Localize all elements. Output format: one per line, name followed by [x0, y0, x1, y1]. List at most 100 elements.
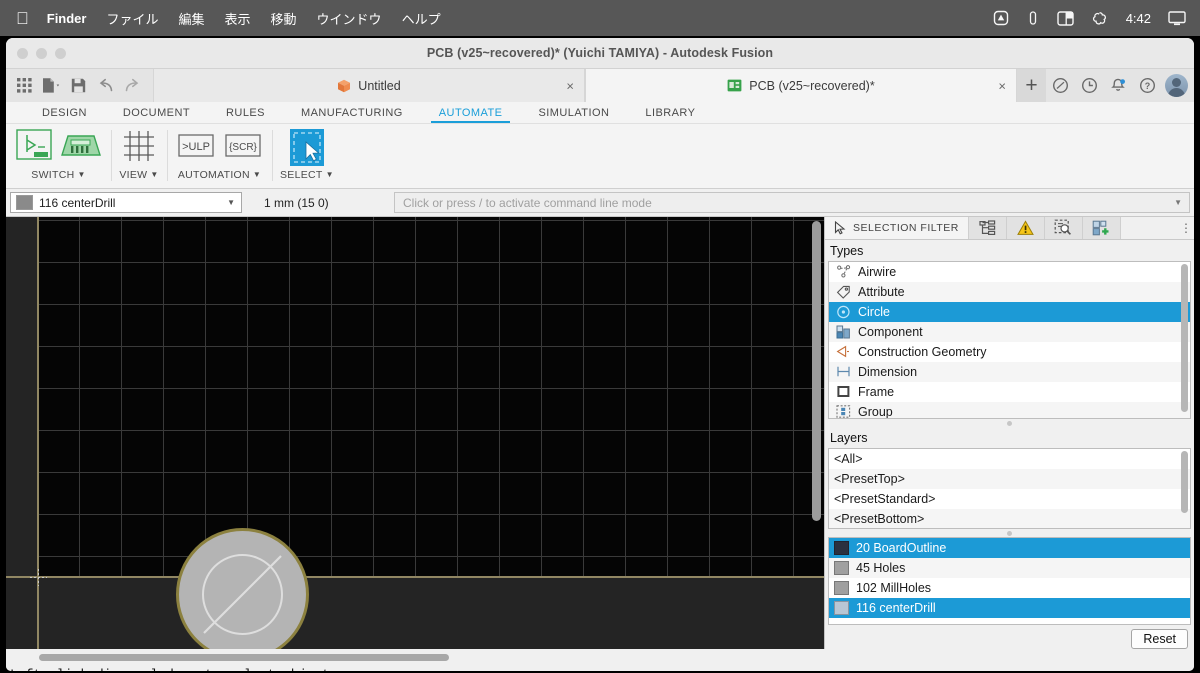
menubar-item-file[interactable]: ファイル [106, 9, 158, 28]
tab-hierarchy-tree[interactable] [968, 217, 1007, 239]
chevron-down-icon[interactable]: ▼ [253, 170, 261, 179]
board-outline-horizontal[interactable] [6, 576, 824, 578]
ulp-icon[interactable]: >ULP [175, 128, 217, 169]
new-document-icon[interactable] [39, 73, 64, 98]
layer-presets-listbox[interactable]: <All> <PresetTop> <PresetStandard> <Pres… [828, 448, 1191, 530]
tab-add-component[interactable] [1082, 217, 1121, 239]
ribbon-tabbar: DESIGN DOCUMENT RULES MANUFACTURING AUTO… [6, 102, 1194, 124]
window-traffic-lights[interactable] [17, 48, 66, 59]
account-avatar[interactable] [1165, 74, 1188, 97]
tab-untitled[interactable]: Untitled × [153, 69, 585, 102]
type-row-airwire[interactable]: Airwire [829, 261, 1190, 282]
minimize-window-button[interactable] [36, 48, 47, 59]
ribbon-group-switch-label[interactable]: SWITCH ▼ [31, 169, 85, 181]
reset-button[interactable]: Reset [1131, 629, 1188, 649]
center-drill-pad[interactable] [176, 528, 309, 649]
tab-selection-filter[interactable]: SELECTION FILTER [825, 217, 969, 239]
save-icon[interactable] [66, 73, 91, 98]
maximize-window-button[interactable] [55, 48, 66, 59]
script-icon[interactable]: {SCR} [222, 128, 264, 169]
tab-pcb[interactable]: PCB (v25~recovered)* × [585, 69, 1017, 102]
canvas-vertical-scrollbar[interactable] [812, 221, 821, 643]
type-row-frame[interactable]: Frame [829, 381, 1190, 402]
control-center-icon[interactable] [1056, 10, 1074, 26]
ribbon-tab-design[interactable]: DESIGN [24, 107, 105, 123]
apple-logo-icon[interactable]:  [16, 10, 29, 27]
panel-splitter-bottom[interactable] [825, 529, 1194, 537]
layer-presets-scroll-thumb[interactable] [1181, 451, 1188, 514]
openai-icon[interactable] [1091, 10, 1108, 27]
canvas-hscroll-thumb[interactable] [39, 654, 449, 661]
menubar-item-view[interactable]: 表示 [225, 9, 251, 28]
close-window-button[interactable] [17, 48, 28, 59]
layers-listbox[interactable]: 20 BoardOutline 45 Holes 102 MillHoles 1… [828, 536, 1191, 625]
ribbon-group-automation-label[interactable]: AUTOMATION ▼ [178, 169, 261, 181]
schematic-switch-icon[interactable] [14, 128, 54, 169]
ribbon-tab-library[interactable]: LIBRARY [627, 107, 713, 123]
types-listbox[interactable]: Airwire Attribute Circle Component Const… [828, 260, 1191, 420]
menubar-item-go[interactable]: 移動 [271, 9, 297, 28]
layer-preset-row[interactable]: <PresetBottom> [829, 509, 1190, 529]
undo-icon[interactable] [93, 73, 118, 98]
active-layer-select[interactable]: 116 centerDrill ▼ [10, 192, 242, 213]
type-row-attribute[interactable]: Attribute [829, 281, 1190, 302]
ribbon-group-select-label[interactable]: SELECT ▼ [280, 169, 334, 181]
chevron-down-icon[interactable]: ▼ [227, 198, 235, 207]
pcb-canvas[interactable] [6, 217, 824, 649]
new-tab-button[interactable]: + [1017, 69, 1046, 102]
tab-warnings[interactable] [1006, 217, 1045, 239]
notifications-bell-icon[interactable] [1104, 69, 1133, 102]
help-question-icon[interactable]: ? [1133, 69, 1162, 102]
display-icon[interactable] [1168, 10, 1186, 26]
board-switch-icon[interactable] [59, 128, 103, 169]
pcb-canvas-surface[interactable] [6, 217, 824, 649]
ribbon-group-view-label[interactable]: VIEW ▼ [119, 169, 158, 181]
menubar-item-window[interactable]: ウインドウ [317, 9, 382, 28]
ribbon-tab-document[interactable]: DOCUMENT [105, 107, 208, 123]
ribbon-tab-simulation[interactable]: SIMULATION [520, 107, 627, 123]
type-row-dimension[interactable]: Dimension [829, 361, 1190, 382]
layer-row-boardoutline[interactable]: 20 BoardOutline [829, 537, 1190, 558]
type-row-circle[interactable]: Circle [829, 301, 1190, 322]
ribbon-tab-rules[interactable]: RULES [208, 107, 283, 123]
layer-row-centerdrill[interactable]: 116 centerDrill [829, 597, 1190, 618]
menubar-item-edit[interactable]: 編集 [179, 9, 205, 28]
layer-row-millholes[interactable]: 102 MillHoles [829, 577, 1190, 598]
layer-preset-row[interactable]: <All> [829, 449, 1190, 470]
types-scroll-thumb[interactable] [1181, 263, 1188, 412]
layer-preset-row[interactable]: <PresetTop> [829, 469, 1190, 490]
menubar-clock[interactable]: 4:42 [1126, 11, 1151, 26]
menubar-item-finder[interactable]: Finder [47, 11, 87, 26]
chevron-down-icon[interactable]: ▼ [150, 170, 158, 179]
layer-presets-scrollbar[interactable] [1181, 451, 1188, 526]
ribbon-tab-automate[interactable]: AUTOMATE [421, 107, 521, 123]
circle-icon [834, 305, 853, 319]
history-clock-icon[interactable] [1075, 69, 1104, 102]
canvas-horizontal-scrollbar[interactable] [6, 651, 824, 664]
close-icon[interactable]: × [566, 78, 574, 93]
panel-splitter-top[interactable] [825, 419, 1194, 427]
chevron-down-icon[interactable]: ▼ [78, 170, 86, 179]
help-search-icon[interactable] [1046, 69, 1075, 102]
panel-overflow-menu-icon[interactable]: ⋮ [1178, 217, 1194, 239]
layer-row-holes[interactable]: 45 Holes [829, 557, 1190, 578]
type-row-component[interactable]: Component [829, 321, 1190, 342]
type-row-group[interactable]: Group [829, 401, 1190, 419]
grid-icon[interactable] [119, 128, 159, 169]
cloud-drive-icon[interactable] [993, 10, 1009, 26]
layer-preset-row[interactable]: <PresetStandard> [829, 489, 1190, 510]
select-cursor-icon[interactable] [287, 128, 327, 171]
close-icon[interactable]: × [998, 78, 1006, 93]
canvas-scroll-thumb[interactable] [812, 221, 821, 521]
battery-icon[interactable] [1026, 10, 1040, 26]
menubar-item-help[interactable]: ヘルプ [402, 9, 441, 28]
chevron-down-icon[interactable]: ▼ [326, 170, 334, 179]
app-grid-icon[interactable] [12, 73, 37, 98]
tab-drc-inspect[interactable] [1044, 217, 1083, 239]
command-line-input[interactable]: Click or press / to activate command lin… [394, 192, 1190, 213]
ribbon-tab-manufacturing[interactable]: MANUFACTURING [283, 107, 421, 123]
chevron-down-icon[interactable]: ▼ [1174, 198, 1182, 207]
types-list-scrollbar[interactable] [1181, 263, 1188, 416]
redo-icon[interactable] [120, 73, 145, 98]
type-row-construction-geometry[interactable]: Construction Geometry [829, 341, 1190, 362]
